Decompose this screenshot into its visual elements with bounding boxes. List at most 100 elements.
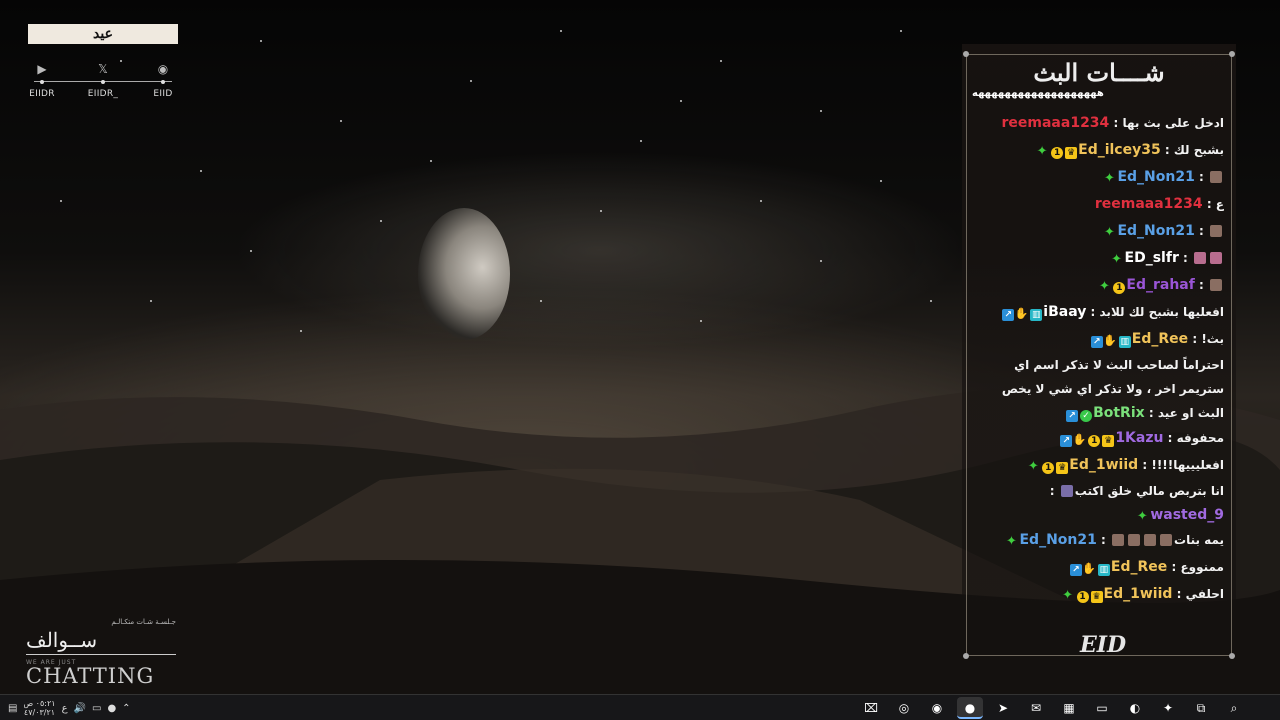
star (720, 60, 722, 62)
obs-icon[interactable]: ◎ (891, 697, 917, 719)
star (60, 200, 62, 202)
social-dot (161, 80, 165, 84)
chrome-icon[interactable]: ● (957, 697, 983, 719)
chat-separator: : (1096, 533, 1111, 547)
chat-message: احتراماً لصاحب البث لا تذكر اسم اي ستريم… (972, 353, 1224, 425)
chat-username[interactable]: ED_slfr (1125, 250, 1179, 266)
chat-username[interactable]: Ed_ilcey35 (1078, 142, 1161, 158)
star (150, 300, 152, 302)
frame-corner (963, 51, 969, 57)
emote-icon (1160, 534, 1173, 546)
star (260, 40, 262, 42)
chat-username[interactable]: Ed_Ree (1111, 559, 1167, 575)
chat-message: احلفي : Ed_1wiid♛1✦ (972, 581, 1224, 608)
star (700, 320, 702, 322)
youtube-icon: ▶ (37, 62, 47, 76)
chat-panel: شــــات البث هههههههههههههههههههه ادخل ع… (962, 44, 1236, 662)
network-icon[interactable]: ▭ (92, 703, 101, 714)
telegram-icon[interactable]: ➤ (990, 697, 1016, 719)
chat-separator: : (1049, 484, 1059, 498)
taskview-icon[interactable]: ⧉ (1188, 697, 1214, 719)
one-badge-icon: 1 (1051, 147, 1064, 159)
star (540, 300, 542, 302)
social-discord[interactable]: ◉ EIID (139, 60, 187, 99)
copilot-icon[interactable]: ✦ (1155, 697, 1181, 719)
clock[interactable]: ٠٥:٢١ ص ٤٧/٠٣/٢١ (23, 699, 55, 717)
star (820, 260, 822, 262)
chat-message-text: يمه بنات (1174, 533, 1224, 547)
social-x[interactable]: 𝕏 EIIDR_ (79, 60, 127, 99)
chat-separator: : (1194, 170, 1208, 184)
chat-username[interactable]: Ed_Non21 (1117, 169, 1194, 185)
chat-username[interactable]: wasted_9 (1150, 507, 1224, 523)
snipping-tool-icon[interactable]: ⌧ (858, 697, 884, 719)
social-youtube[interactable]: ▶ EIIDR (18, 60, 66, 99)
arrow-badge-icon: ↗ (1066, 410, 1079, 422)
chevron-up-icon[interactable]: ⌃ (122, 703, 130, 714)
chat-username[interactable]: Ed_1wiid (1069, 457, 1138, 473)
chatting-caption: جـلسـة شـات متكـالـم (111, 618, 176, 626)
chat-username[interactable]: iBaay (1043, 304, 1086, 320)
chat-username[interactable]: reemaaa1234 (1002, 115, 1110, 131)
chat-separator: : (1172, 587, 1186, 601)
star-badge-icon: ✦ (1098, 279, 1110, 294)
notification-icon[interactable]: ▤ (8, 703, 17, 714)
social-label: EIIDR (29, 89, 55, 99)
chat-message: محفوفه : 1Kazu♛1✋↗ (972, 425, 1224, 452)
emote-icon (1112, 534, 1125, 546)
one-badge-icon: 1 (1113, 282, 1126, 294)
emote-icon (1194, 252, 1206, 264)
discord-icon: ◉ (157, 62, 169, 76)
explorer-icon[interactable]: ▭ (1089, 697, 1115, 719)
crown-badge-icon: ♛ (1056, 462, 1069, 474)
chat-separator: : (1138, 458, 1152, 472)
star (200, 170, 202, 172)
social-links: ▶ EIIDR 𝕏 EIIDR_ ◉ EIID (28, 60, 178, 104)
edge-icon[interactable]: ◐ (1122, 697, 1148, 719)
taskbar: ▤ ٠٥:٢١ ص ٤٧/٠٣/٢١ ع 🔊 ▭ ● ⌃ ⌧ ◎ ◉ ● ➤ ✉ ▦ ▭ ◐ ✦ ⧉… (0, 694, 1280, 720)
chat-separator: : (1188, 332, 1202, 346)
star (560, 30, 562, 32)
chat-message-text: افعليييها!!!! (1151, 458, 1224, 472)
chat-username[interactable]: reemaaa1234 (1095, 196, 1203, 212)
star-badge-icon: ✦ (1006, 534, 1017, 549)
chat-message: ادخل على بث بها : reemaaa1234 (972, 110, 1225, 137)
one-badge-icon: 1 (1042, 462, 1055, 474)
chat-username[interactable]: Ed_Non21 (1019, 532, 1096, 548)
chat-username[interactable]: BotRix (1093, 405, 1145, 421)
clock-time: ٠٥:٢١ ص (23, 699, 56, 708)
language-indicator[interactable]: ع (62, 703, 68, 714)
outlook-icon[interactable]: ✉ (1023, 697, 1049, 719)
star (900, 30, 902, 32)
moon (418, 208, 510, 340)
star (680, 100, 682, 102)
chat-separator: : (1178, 251, 1192, 265)
chat-username[interactable]: Ed_Ree (1132, 331, 1188, 347)
chat-username[interactable]: Ed_Non21 (1117, 223, 1194, 239)
chat-message: ممنووع : Ed_Ree▥✋↗ (972, 554, 1224, 581)
star-badge-icon: ✦ (1104, 171, 1115, 186)
chat-username[interactable]: Ed_1wiid (1104, 586, 1173, 602)
chat-message-text: بشبح لك (1173, 143, 1224, 157)
volume-icon[interactable]: 🔊 (74, 703, 86, 714)
chat-username[interactable]: Ed_rahaf (1126, 277, 1194, 293)
search-icon[interactable]: ⌕ (1221, 697, 1247, 719)
chat-username[interactable]: 1Kazu (1115, 430, 1163, 446)
star-badge-icon: ✦ (1111, 252, 1122, 267)
hand-badge-icon: ✋ (1103, 334, 1117, 347)
discord-icon[interactable]: ◉ (924, 697, 950, 719)
arrow-badge-icon: ↗ (1069, 564, 1082, 576)
chat-message: : ED_slfr✦ (972, 245, 1224, 272)
chat-separator: : (1202, 197, 1216, 211)
store-icon[interactable]: ▦ (1056, 697, 1082, 719)
chatting-big-text: CHATTING (26, 664, 155, 688)
star (340, 120, 342, 122)
chat-message: افعليييها!!!! : Ed_1wiid♛1✦ (972, 452, 1224, 479)
chatting-overlay: جـلسـة شـات متكـالـم ســوالف WE ARE JUST… (26, 618, 176, 688)
chat-logo: EID (1080, 632, 1127, 658)
chat-message: بث! : Ed_Ree▥✋↗ (972, 326, 1224, 353)
star-badge-icon: ✦ (1036, 144, 1048, 159)
crown-badge-icon: ♛ (1102, 435, 1115, 447)
microphone-icon[interactable]: ● (107, 703, 116, 714)
emote-icon (1144, 534, 1157, 546)
